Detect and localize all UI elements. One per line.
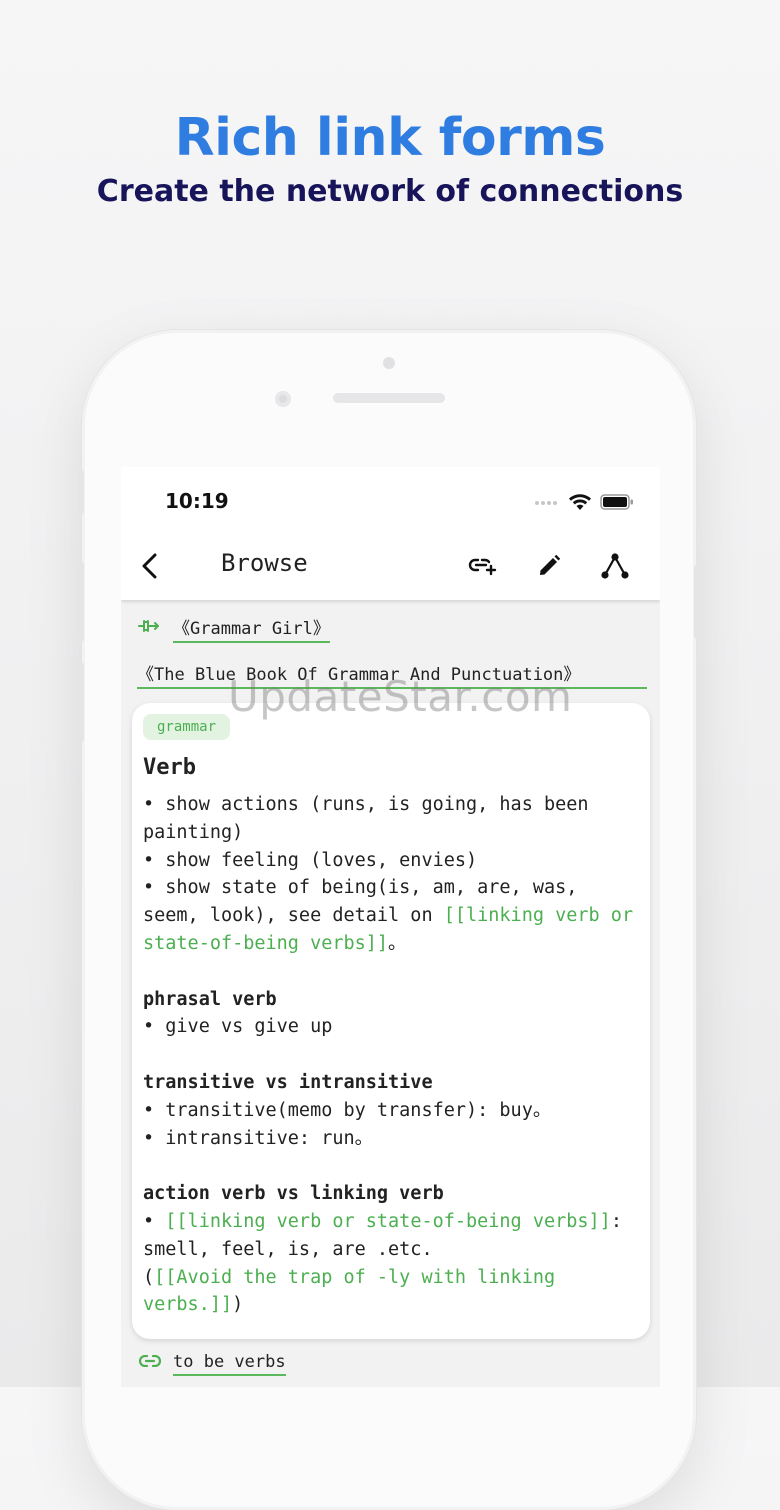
list-item: • show feeling (loves, envies) xyxy=(143,849,478,871)
promo-title: Rich link forms xyxy=(174,108,606,168)
edit-button[interactable] xyxy=(529,546,569,586)
source-link-label: 《Grammar Girl》 xyxy=(173,619,330,643)
app-screen: 10:19 Browse 《Grammar Girl》 《The Blue Bo… xyxy=(121,467,660,1387)
source-link[interactable]: 《Grammar Girl》 xyxy=(173,614,330,643)
list-item: • show actions (runs, is going, has been… xyxy=(143,794,589,843)
phone-volume-up xyxy=(78,562,84,642)
status-time: 10:19 xyxy=(165,489,229,513)
note-heading: Verb xyxy=(143,755,196,780)
list-item: • transitive(memo by transfer): buy。 xyxy=(143,1099,552,1121)
link-icon xyxy=(139,1355,161,1367)
promo-subtitle: Create the network of connections xyxy=(96,174,684,209)
graph-icon xyxy=(601,553,629,579)
phone-power-button xyxy=(694,565,700,639)
graph-button[interactable] xyxy=(595,546,635,586)
backlink-icon xyxy=(138,620,159,632)
phone-sensor xyxy=(383,357,395,369)
phone-camera xyxy=(275,391,291,407)
list-item: • intransitive: run。 xyxy=(143,1127,374,1149)
wiki-link[interactable]: [[Avoid the trap of -ly with linking ver… xyxy=(143,1267,555,1316)
list-item: • show state of being(is, am, are, was, … xyxy=(143,874,643,957)
note-body: Verb • show actions (runs, is going, has… xyxy=(143,753,643,1319)
phone-earpiece xyxy=(333,393,445,403)
back-button[interactable] xyxy=(131,546,171,586)
tag-chip[interactable]: grammar xyxy=(143,714,231,740)
watermark: UpdateStar.com xyxy=(228,672,573,721)
app-bar: 10:19 Browse xyxy=(121,467,660,600)
pencil-icon xyxy=(540,554,561,575)
add-link-icon xyxy=(468,558,497,576)
list-item-suffix: 。 xyxy=(388,932,407,954)
status-icons xyxy=(534,491,634,513)
section-heading: phrasal verb xyxy=(143,988,277,1010)
wifi-icon xyxy=(569,494,591,510)
add-link-button[interactable] xyxy=(463,546,503,586)
paren-open: ( xyxy=(143,1266,155,1288)
list-item: • [[linking verb or state-of-being verbs… xyxy=(143,1208,643,1264)
related-link[interactable]: to be verbs xyxy=(173,1352,286,1376)
note-card: grammar Verb • show actions (runs, is go… xyxy=(132,703,650,1339)
phone-mute-switch xyxy=(78,470,84,514)
battery-icon xyxy=(600,494,633,510)
bullet: • xyxy=(143,1210,166,1232)
wiki-link[interactable]: [[linking verb or state-of-being verbs]] xyxy=(165,1211,611,1232)
phone-volume-down xyxy=(78,662,84,742)
paren-close: ) xyxy=(232,1294,244,1316)
back-arrow-icon xyxy=(142,553,157,579)
related-link-label: to be verbs xyxy=(173,1352,286,1376)
section-heading: transitive vs intransitive xyxy=(143,1071,433,1093)
page-title: Browse xyxy=(221,549,308,577)
section-heading: action verb vs linking verb xyxy=(143,1183,444,1205)
list-item: • give vs give up xyxy=(143,1016,333,1038)
signal-icon xyxy=(535,501,557,505)
list-item: ([[Avoid the trap of -ly with linking ve… xyxy=(143,1264,643,1320)
